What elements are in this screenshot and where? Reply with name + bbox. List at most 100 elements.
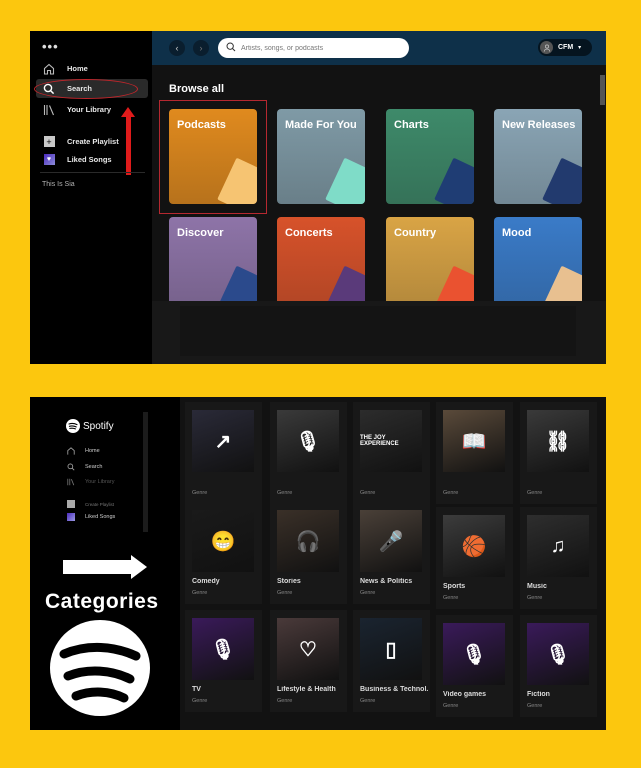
genre-artwork: 🎙 — [443, 623, 505, 685]
menu-dots-icon[interactable]: ••• — [42, 39, 59, 54]
genre-subtitle: Genre — [527, 490, 543, 496]
now-playing-bar — [180, 306, 576, 356]
genre-name: Stories — [277, 578, 301, 585]
genre-artwork: 🎙 — [527, 623, 589, 685]
search-icon — [226, 39, 236, 57]
genre-subtitle: Genre — [443, 703, 459, 709]
category-artwork — [325, 157, 365, 204]
top-sidebar: ••• Home Search Your Library + Create Pl… — [30, 31, 152, 364]
sidebar-scrollbar[interactable] — [143, 412, 148, 532]
plus-icon: + — [42, 135, 56, 149]
category-title: Mood — [502, 227, 532, 239]
genre-name: Video games — [443, 691, 487, 698]
genre-card[interactable]: ♡ Lifestyle & Health Genre — [270, 610, 347, 712]
category-artwork — [434, 157, 474, 204]
genre-artwork: 🎤 — [360, 510, 422, 572]
home-icon — [42, 62, 56, 76]
microphone-icon: 🎙 — [461, 643, 487, 666]
genre-artwork: 🎧 — [277, 510, 339, 572]
podcasts-highlight-box — [159, 100, 267, 214]
category-card[interactable]: Discover — [169, 217, 257, 312]
search-input[interactable] — [241, 44, 391, 52]
genre-name: Business & Technol... — [360, 686, 428, 693]
create-playlist-button[interactable]: Create Playlist — [67, 500, 114, 508]
genre-artwork: ▯ — [360, 618, 422, 680]
create-playlist-label: Create Playlist — [67, 137, 119, 146]
scrollbar[interactable] — [600, 75, 605, 105]
library-icon — [42, 103, 56, 117]
bottom-sidebar: Spotify Home Search Your Library Create … — [30, 397, 180, 730]
category-title: Charts — [394, 119, 429, 131]
user-menu-button[interactable]: CFM ▾ — [538, 39, 592, 56]
category-title: Made For You — [285, 119, 357, 131]
create-playlist-button[interactable]: + Create Playlist — [36, 132, 148, 151]
heart-icon — [67, 513, 75, 521]
heart-pulse-icon: ♡ — [299, 638, 317, 661]
sidebar-item-library[interactable]: Your Library — [67, 478, 114, 486]
genre-name: TV — [192, 686, 201, 693]
spotify-logo-icon — [66, 419, 80, 433]
genre-card[interactable]: 🎙 Fiction Genre — [520, 615, 597, 717]
sidebar-item-label: Home — [85, 448, 100, 454]
sidebar-divider — [40, 172, 145, 173]
playlist-item[interactable]: This Is Sia — [42, 181, 75, 188]
genre-card[interactable]: 📖 Genre — [436, 402, 513, 504]
genre-card[interactable]: 🎧 Stories Genre — [270, 502, 347, 604]
liked-songs-button[interactable]: ♥ Liked Songs — [36, 150, 148, 169]
basketball-icon: 🏀 — [461, 535, 487, 558]
top-header: ‹ › CFM ▾ — [152, 31, 606, 65]
library-icon — [67, 478, 75, 486]
category-card[interactable]: Charts — [386, 109, 474, 204]
categories-annotation: Categories — [45, 590, 159, 613]
category-card[interactable]: Concerts — [277, 217, 365, 312]
genre-name: Comedy — [192, 578, 220, 585]
category-title: Discover — [177, 227, 224, 239]
genre-subtitle: Genre — [527, 595, 543, 601]
forward-button[interactable]: › — [193, 40, 209, 56]
sidebar-item-label: Your Library — [67, 105, 112, 114]
create-playlist-label: Create Playlist — [85, 501, 115, 507]
genre-name: Music — [527, 583, 547, 590]
category-artwork — [542, 157, 582, 204]
category-card[interactable]: Country — [386, 217, 474, 312]
genre-card[interactable]: ⛓ Genre — [520, 402, 597, 504]
top-main-content: ‹ › CFM ▾ Browse all PodcastsMade For Yo… — [152, 31, 606, 364]
genre-card[interactable]: ♫ Music Genre — [520, 507, 597, 609]
sidebar-item-home[interactable]: Home — [36, 59, 148, 78]
sidebar-item-search[interactable]: Search — [67, 463, 102, 471]
sidebar-item-home[interactable]: Home — [67, 447, 100, 455]
search-box[interactable] — [218, 38, 409, 58]
genre-card[interactable]: 🎙 TV Genre — [185, 610, 262, 712]
microphone-icon: 🎙 — [210, 638, 236, 661]
genre-card[interactable]: 😁 Comedy Genre — [185, 502, 262, 604]
genre-artwork: 😁 — [192, 510, 254, 572]
genre-artwork: ♡ — [277, 618, 339, 680]
genre-card[interactable]: ↗ Genre — [185, 402, 262, 504]
category-card[interactable]: New Releases — [494, 109, 582, 204]
genre-card[interactable]: ▯ Business & Technol... Genre — [353, 610, 430, 712]
genre-subtitle: Genre — [360, 698, 376, 704]
category-title: Country — [394, 227, 437, 239]
genre-subtitle: Genre — [192, 698, 208, 704]
liked-songs-button[interactable]: Liked Songs — [67, 513, 115, 521]
genre-card[interactable]: 🎙 Video games Genre — [436, 615, 513, 717]
genre-artwork: ↗ — [192, 410, 254, 472]
genre-name: Sports — [443, 583, 466, 590]
sidebar-item-label: Your Library — [85, 479, 115, 485]
genre-subtitle: Genre — [277, 490, 293, 496]
category-card[interactable]: Mood — [494, 217, 582, 312]
browse-all-heading: Browse all — [169, 83, 225, 95]
highlight-ellipse — [34, 79, 138, 99]
back-button[interactable]: ‹ — [169, 40, 185, 56]
spotify-logo[interactable]: Spotify — [66, 419, 114, 433]
microphone-icon: 🎙 — [545, 643, 571, 666]
genre-card[interactable]: THE JOY EXPERIENCE Genre — [353, 402, 430, 504]
category-card[interactable]: Made For You — [277, 109, 365, 204]
genre-card[interactable]: 🎙 Genre — [270, 402, 347, 504]
heart-icon: ♥ — [42, 153, 56, 167]
sidebar-item-label: Search — [85, 464, 103, 470]
genre-card[interactable]: 🎤 News & Politics Genre — [353, 502, 430, 604]
genre-card[interactable]: 🏀 Sports Genre — [436, 507, 513, 609]
handcuffs-icon: ⛓ — [545, 430, 571, 453]
liked-songs-label: Liked Songs — [67, 155, 112, 164]
